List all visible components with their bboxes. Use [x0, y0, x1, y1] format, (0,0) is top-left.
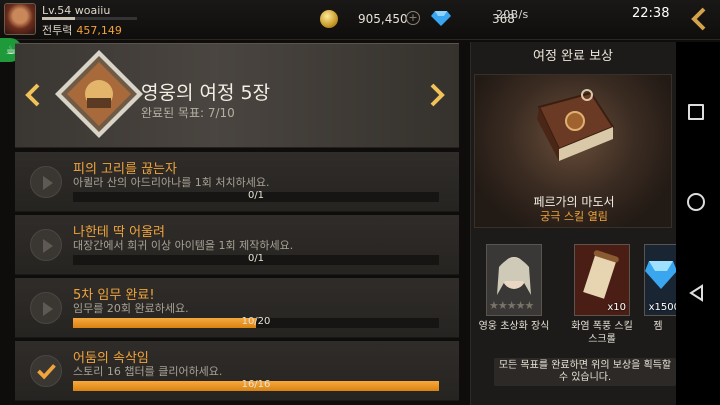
reward-item-label: 화염 폭풍 스킬 스크롤 — [571, 321, 633, 345]
reward-item-label: 젬 — [653, 321, 663, 332]
quest-row[interactable]: 어둠의 속삭임 스토리 16 챕터를 클리어하세요. 16/16 — [15, 341, 459, 401]
reward-notice: 모든 목표를 완료하면 위의 보상을 획득할 수 있습니다. — [494, 358, 676, 386]
combat-power-value: 457,149 — [76, 24, 122, 37]
play-icon[interactable] — [30, 166, 62, 198]
quest-desc: 스토리 16 챕터를 클리어하세요. — [73, 365, 223, 378]
play-icon[interactable] — [30, 229, 62, 261]
main-reward-sub: 궁극 스킬 열림 — [540, 210, 608, 223]
nav-back-icon[interactable] — [688, 284, 706, 302]
quest-count: 0/1 — [247, 253, 265, 264]
exp-bar — [42, 17, 137, 20]
status-net-speed: 20B/s — [496, 8, 528, 21]
quest-desc: 대장간에서 희귀 이상 아이템을 1회 제작하세요. — [73, 239, 294, 252]
quest-desc: 아퀼라 산의 아드리아나를 1회 처치하세요. — [73, 176, 270, 189]
player-level-name: Lv.54 woaiiu — [42, 4, 111, 17]
gold-amount: 905,450 — [358, 12, 408, 26]
net-speed: 20B/s — [496, 8, 529, 21]
grimoire-icon — [537, 89, 615, 161]
top-bar: Lv.54 woaiiu 전투력 457,149 905,450 + 368 20… — [0, 0, 720, 40]
gold-coin-icon — [320, 10, 338, 28]
recent-apps-icon[interactable] — [688, 104, 704, 120]
home-icon[interactable] — [687, 193, 705, 211]
reward-header: 여정 완료 보상 — [532, 49, 614, 64]
chapter-title: 영웅의 여정 5장 — [141, 82, 271, 104]
quest-count: 10/20 — [241, 316, 271, 327]
gem-icon — [431, 11, 451, 26]
reward-item-portrait[interactable]: ★★★★★ — [486, 244, 542, 316]
star-rating-icon: ★★★★★ — [489, 299, 534, 312]
quest-row[interactable]: 5차 임무 완료! 임무를 20회 완료하세요. 10/20 — [15, 278, 459, 338]
play-icon[interactable] — [30, 292, 62, 324]
back-icon[interactable] — [684, 5, 714, 33]
status-clock: 22:38 — [632, 6, 670, 21]
chapter-progress: 완료된 목표: 7/10 — [141, 106, 235, 120]
chapter-emblem-icon — [55, 50, 143, 138]
quest-row[interactable]: 나한테 딱 어울려 대장간에서 희귀 이상 아이템을 1회 제작하세요. 0/1 — [15, 215, 459, 275]
system-navbar — [676, 42, 720, 405]
chapter-header: 영웅의 여정 5장 완료된 목표: 7/10 — [15, 43, 459, 148]
reward-item-scroll[interactable]: x10 — [574, 244, 630, 316]
item-quantity: x10 — [607, 302, 626, 313]
quest-desc: 임무를 20회 완료하세요. — [73, 302, 189, 315]
add-gold-button[interactable]: + — [406, 11, 420, 25]
check-icon[interactable] — [30, 355, 62, 387]
main-reward-card[interactable]: 페르가의 마도서 궁극 스킬 열림 — [474, 74, 672, 228]
quest-count: 16/16 — [241, 379, 271, 390]
arrow-left-icon[interactable] — [23, 82, 43, 108]
reward-item-gem[interactable]: x1500 — [644, 244, 680, 316]
avatar[interactable] — [4, 3, 36, 35]
reward-item-label: 영웅 초상화 장식 — [478, 321, 550, 332]
quest-count: 0/1 — [247, 190, 265, 201]
arrow-right-icon[interactable] — [427, 82, 447, 108]
combat-power: 전투력 457,149 — [42, 22, 122, 38]
quest-row[interactable]: 피의 고리를 끊는자 아퀼라 산의 아드리아나를 1회 처치하세요. 0/1 — [15, 152, 459, 212]
combat-power-label: 전투력 — [42, 24, 73, 37]
